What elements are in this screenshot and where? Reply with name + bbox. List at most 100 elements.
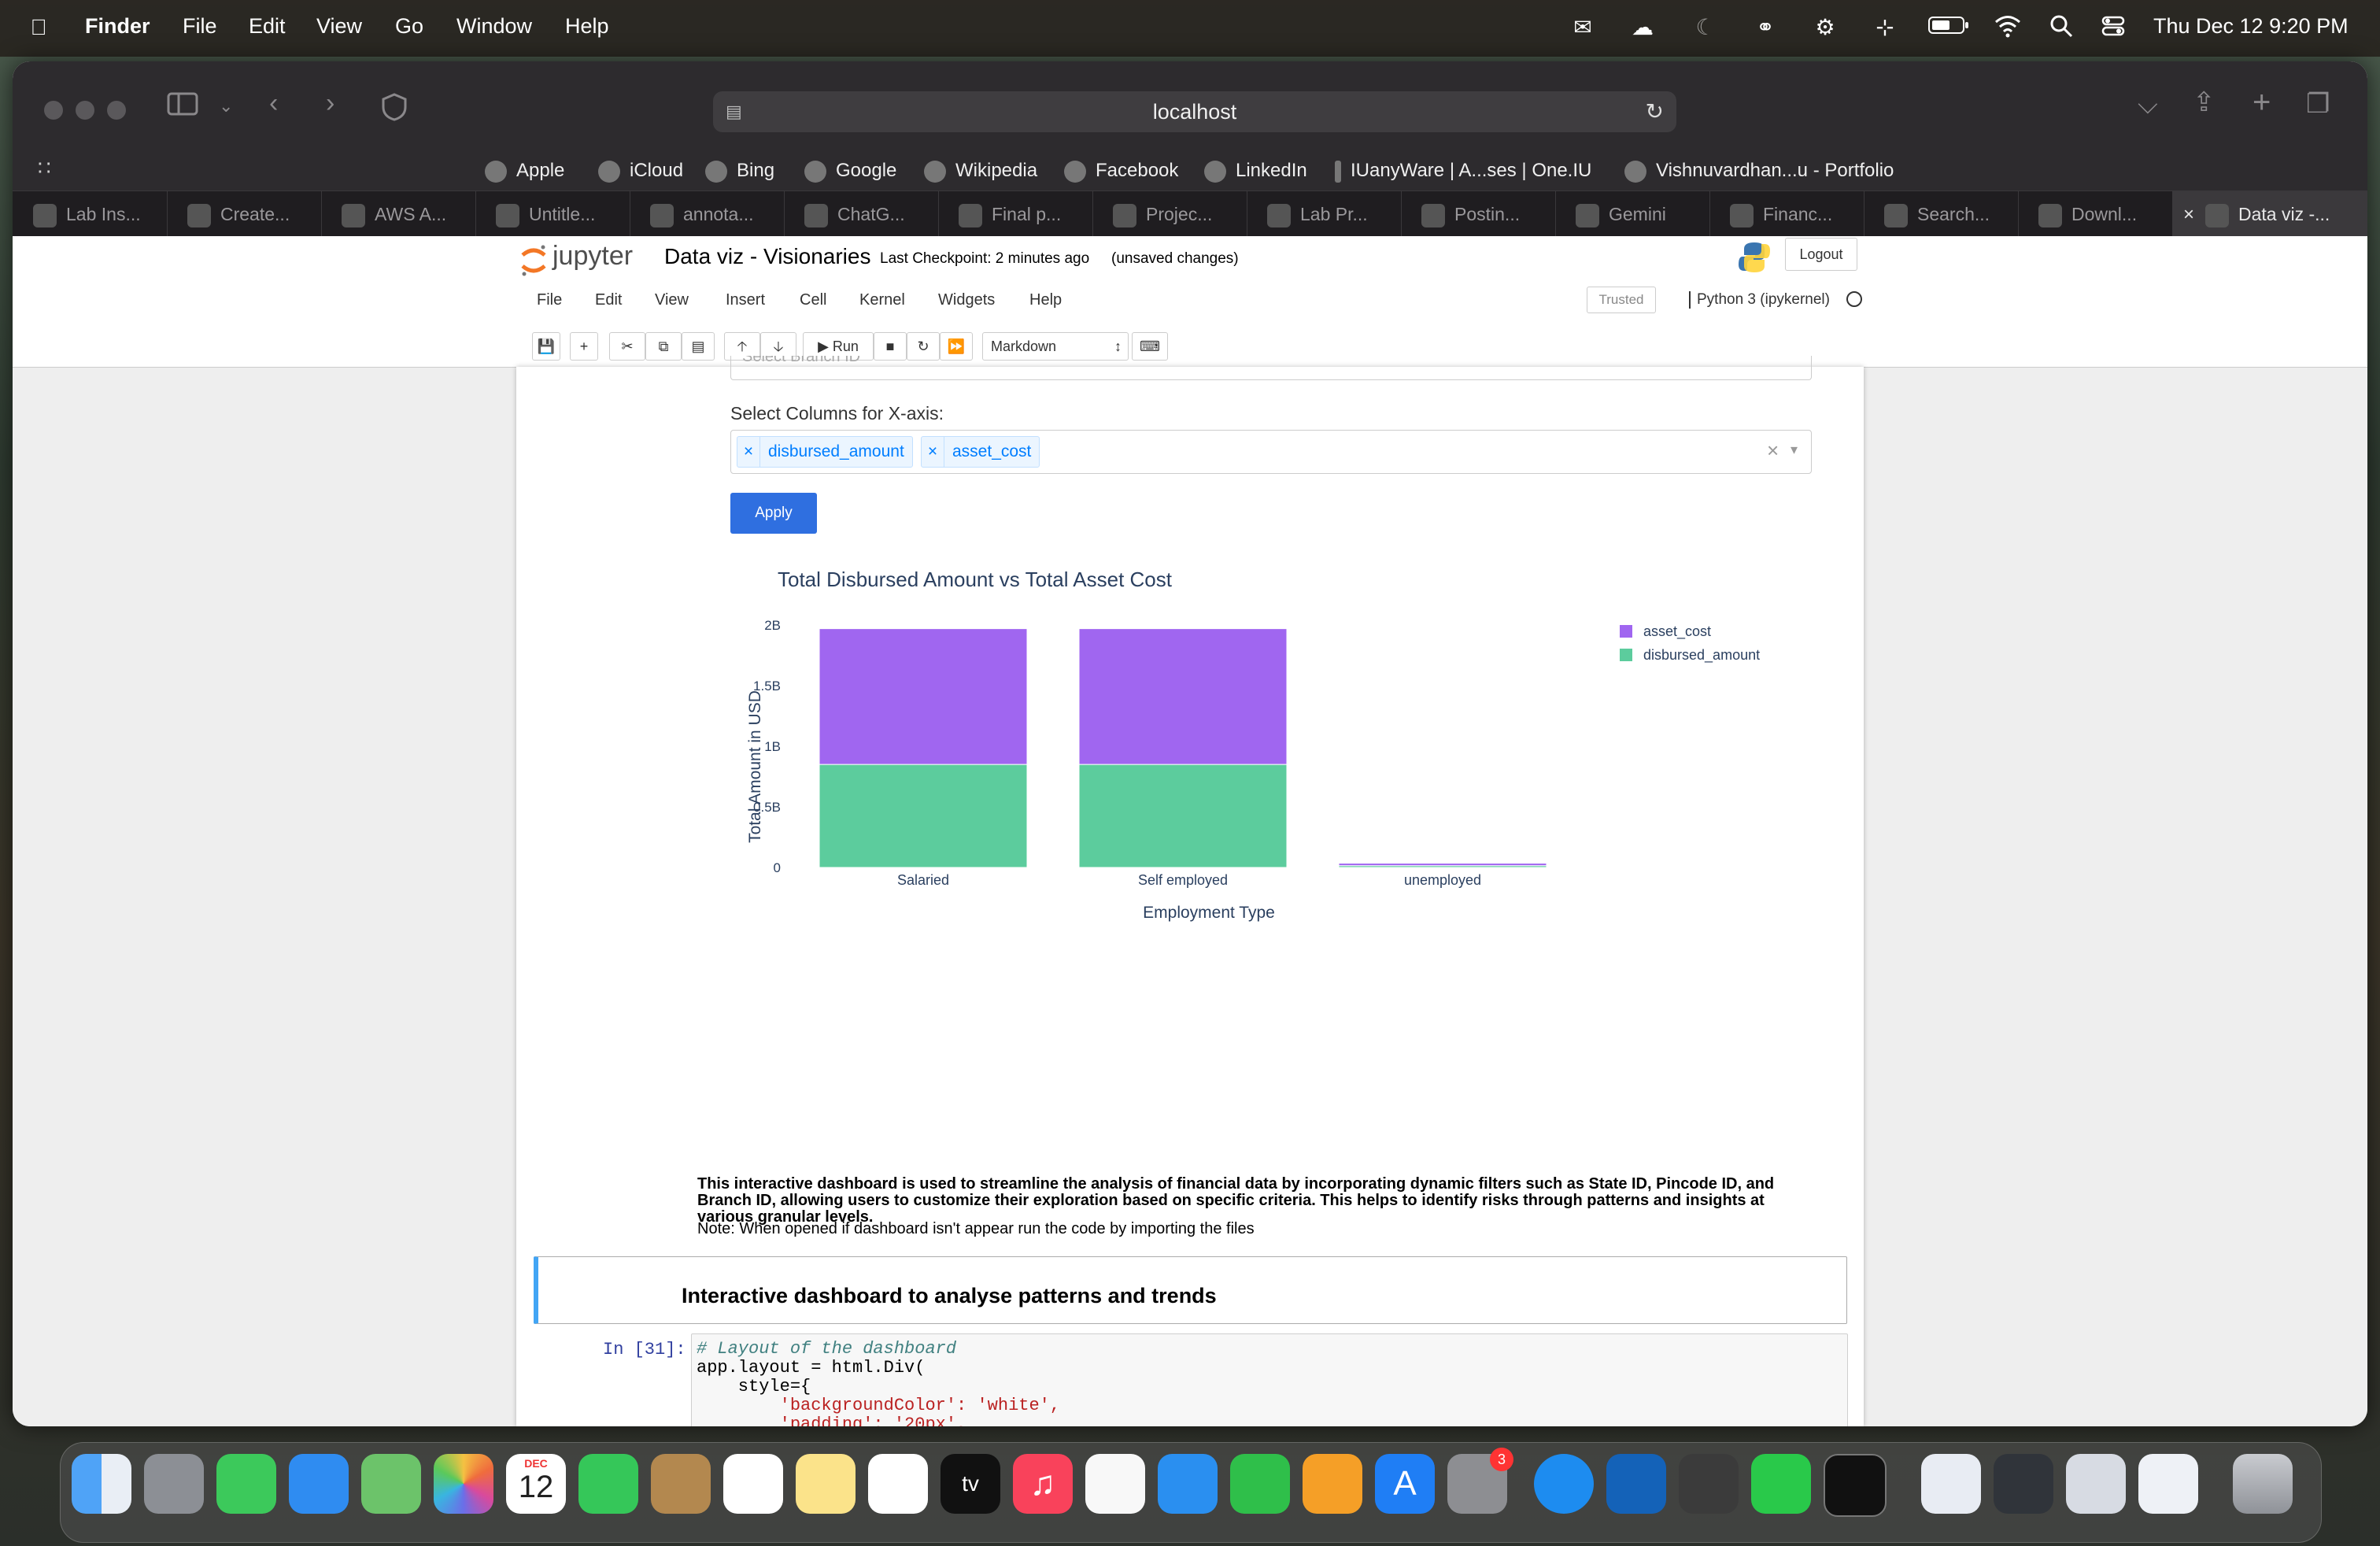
jupyter-logo[interactable] <box>519 242 548 281</box>
spotlight-search-icon[interactable] <box>2048 14 2075 41</box>
minimize-window-icon[interactable] <box>76 101 94 120</box>
selected-chip[interactable]: × asset_cost <box>921 436 1040 468</box>
jmenu-edit[interactable]: Edit <box>595 291 622 309</box>
favorite-google[interactable]: Google <box>804 151 896 190</box>
favorite-icloud[interactable]: iCloud <box>598 151 683 190</box>
jmenu-file[interactable]: File <box>537 291 562 309</box>
markdown-cell-selected[interactable]: Interactive dashboard to analyse pattern… <box>534 1256 1847 1324</box>
menu-help[interactable]: Help <box>565 14 609 39</box>
keynote-icon[interactable] <box>1158 1454 1218 1514</box>
favorite-bing[interactable]: Bing <box>705 151 774 190</box>
branch-dropdown[interactable]: Select Branch ID <box>730 356 1812 380</box>
trash-icon[interactable] <box>2233 1454 2293 1514</box>
antenna-icon[interactable]: ⊹ <box>1872 14 1898 41</box>
reload-icon[interactable]: ↻ <box>1646 91 1664 132</box>
privacy-shield-icon[interactable] <box>381 93 408 128</box>
close-tab-icon[interactable]: × <box>2183 204 2194 225</box>
apple-tv-icon[interactable]: tv <box>941 1454 1000 1514</box>
selected-chip[interactable]: × disbursed_amount <box>737 436 913 468</box>
page-menu-icon[interactable]: ▤ <box>726 91 742 132</box>
menu-go[interactable]: Go <box>395 14 423 39</box>
remove-chip-icon[interactable]: × <box>737 437 760 467</box>
maps-icon[interactable] <box>361 1454 421 1514</box>
reminders-icon[interactable] <box>723 1454 783 1514</box>
favorite-facebook[interactable]: Facebook <box>1064 151 1178 190</box>
menu-file[interactable]: File <box>183 14 217 39</box>
legend[interactable]: asset_cost disbursed_amount <box>1620 623 1760 664</box>
app-store-icon[interactable]: A <box>1375 1454 1435 1514</box>
chevron-down-icon[interactable]: ⌄ <box>219 96 233 117</box>
tab-6[interactable]: Final p... <box>938 191 1093 237</box>
notebook-title[interactable]: Data viz - Visionaries <box>664 244 870 269</box>
tab-0[interactable]: Lab Ins... <box>13 191 168 237</box>
save-icon[interactable]: 💾 <box>532 332 560 361</box>
tab-12[interactable]: Search... <box>1864 191 2019 237</box>
tab-2[interactable]: AWS A... <box>321 191 476 237</box>
grid-icon[interactable]: ∷ <box>38 156 51 180</box>
document-thumbnail-icon[interactable] <box>1921 1454 1981 1514</box>
jmenu-insert[interactable]: Insert <box>726 291 765 309</box>
tab-7[interactable]: Projec... <box>1092 191 1247 237</box>
moon-icon[interactable]: ☾ <box>1692 14 1719 41</box>
address-bar[interactable]: ▤ localhost ↻ <box>713 91 1676 132</box>
share-icon[interactable]: ⇪ <box>2193 87 2216 118</box>
zoom-window-icon[interactable] <box>107 101 126 120</box>
messages-icon[interactable] <box>216 1454 276 1514</box>
pages-icon[interactable] <box>1303 1454 1362 1514</box>
tab-1[interactable]: Create... <box>167 191 322 237</box>
extension-icon[interactable]: ⚙ <box>1812 14 1839 41</box>
outlook-status-icon[interactable]: ✉ <box>1569 14 1596 41</box>
contacts-icon[interactable] <box>651 1454 711 1514</box>
menu-view[interactable]: View <box>316 14 362 39</box>
tab-4[interactable]: annota... <box>630 191 785 237</box>
music-icon[interactable]: ♫ <box>1013 1454 1073 1514</box>
favorite-apple[interactable]: Apple <box>485 151 564 190</box>
finder-icon[interactable] <box>72 1454 131 1514</box>
sidebar-toggle-icon[interactable] <box>167 91 198 124</box>
jmenu-kernel[interactable]: Kernel <box>859 291 905 309</box>
battery-icon[interactable] <box>1928 14 1969 41</box>
code-cell-editor[interactable]: # Layout of the dashboard app.layout = h… <box>691 1333 1848 1426</box>
menu-app-name[interactable]: Finder <box>85 14 150 39</box>
whatsapp-icon[interactable] <box>1751 1454 1811 1514</box>
terminal-icon[interactable] <box>1824 1454 1887 1517</box>
new-tab-icon[interactable]: + <box>2252 85 2271 120</box>
system-settings-icon[interactable]: 3 <box>1447 1448 1513 1514</box>
apple-icon[interactable]:  <box>25 14 52 41</box>
add-cell-icon[interactable]: + <box>570 332 598 361</box>
favorite-wikipedia[interactable]: Wikipedia <box>924 151 1037 190</box>
sublime-text-icon[interactable] <box>1679 1454 1739 1514</box>
window-thumbnail-icon[interactable] <box>1994 1454 2053 1514</box>
calendar-icon[interactable]: DEC 12 <box>506 1454 566 1514</box>
jmenu-view[interactable]: View <box>655 291 689 309</box>
apply-button[interactable]: Apply <box>730 493 817 534</box>
favorite-iuanyware[interactable]: IUanyWare | A...ses | One.IU <box>1335 151 1591 190</box>
window-thumbnail-icon[interactable] <box>2066 1454 2126 1514</box>
tab-13[interactable]: Downl... <box>2018 191 2173 237</box>
favorite-portfolio[interactable]: Vishnuvardhan...u - Portfolio <box>1624 151 1894 190</box>
back-icon[interactable]: ‹ <box>269 88 278 119</box>
outlook-icon[interactable] <box>1606 1454 1666 1514</box>
tab-8[interactable]: Lab Pr... <box>1247 191 1402 237</box>
tab-5[interactable]: ChatG... <box>784 191 939 237</box>
jmenu-widgets[interactable]: Widgets <box>938 291 995 309</box>
vpn-icon[interactable]: ⚭ <box>1752 14 1779 41</box>
photos-icon[interactable] <box>434 1454 493 1514</box>
paste-icon[interactable]: ▤ <box>682 332 715 361</box>
news-icon[interactable] <box>1085 1454 1145 1514</box>
jmenu-help[interactable]: Help <box>1029 291 1062 309</box>
tab-3[interactable]: Untitle... <box>475 191 630 237</box>
close-window-icon[interactable] <box>44 101 63 120</box>
mail-icon[interactable] <box>289 1454 349 1514</box>
remove-chip-icon[interactable]: × <box>922 437 944 467</box>
tab-9[interactable]: Postin... <box>1401 191 1556 237</box>
freeform-icon[interactable] <box>868 1454 928 1514</box>
launchpad-icon[interactable] <box>144 1454 204 1514</box>
logout-button[interactable]: Logout <box>1785 238 1857 271</box>
menu-window[interactable]: Window <box>456 14 532 39</box>
jmenu-cell[interactable]: Cell <box>800 291 826 309</box>
forward-icon[interactable]: › <box>326 88 334 119</box>
downloads-icon[interactable]: ⌵ <box>2138 90 2158 120</box>
facetime-icon[interactable] <box>578 1454 638 1514</box>
trusted-badge[interactable]: Trusted <box>1587 287 1656 313</box>
